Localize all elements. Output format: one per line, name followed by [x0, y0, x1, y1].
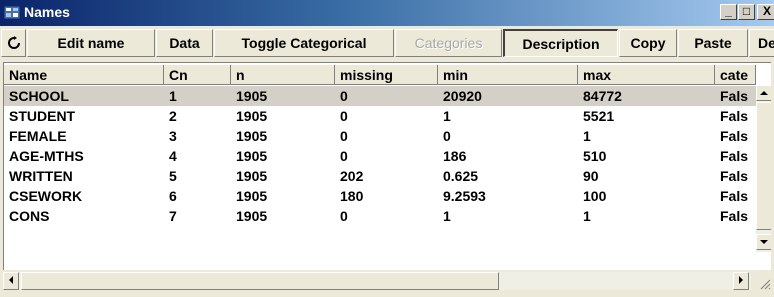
table-cell[interactable]: 0.625	[438, 166, 578, 186]
table-cell[interactable]: CONS	[4, 206, 164, 226]
table-cell[interactable]: 3	[164, 126, 231, 146]
table-cell[interactable]: 180	[335, 186, 438, 206]
grid-header: Name Cn n missing min max cate	[4, 65, 764, 85]
table-cell[interactable]: 7	[164, 206, 231, 226]
close-button[interactable]: X	[757, 4, 774, 20]
window-title: Names	[24, 4, 70, 20]
scroll-left-arrow[interactable]	[3, 272, 19, 290]
table-row[interactable]: FEMALE 3 1905 0 0 1 Fals	[4, 126, 756, 146]
table-cell[interactable]: 9.2593	[438, 186, 578, 206]
refresh-icon	[7, 36, 20, 49]
edit-name-button[interactable]: Edit name	[27, 29, 155, 57]
triangle-right-icon	[739, 276, 743, 284]
table-cell[interactable]: 0	[335, 106, 438, 126]
title-bar[interactable]: Names _ □ X	[0, 0, 774, 26]
table-cell[interactable]: 0	[335, 126, 438, 146]
table-cell[interactable]: 1	[578, 206, 715, 226]
horizontal-scrollbar[interactable]	[3, 272, 751, 290]
table-cell[interactable]: Fals	[715, 146, 756, 166]
app-icon	[4, 5, 20, 20]
table-cell[interactable]: Fals	[715, 126, 756, 146]
triangle-left-icon	[9, 276, 13, 284]
table-cell[interactable]: 1	[578, 126, 715, 146]
table-cell[interactable]: WRITTEN	[4, 166, 164, 186]
table-cell[interactable]: 510	[578, 146, 715, 166]
table-cell[interactable]: 90	[578, 166, 715, 186]
table-cell[interactable]: 1905	[231, 106, 335, 126]
table-cell[interactable]: Fals	[715, 186, 756, 206]
table-cell[interactable]: 84772	[578, 86, 715, 106]
table-cell[interactable]: 1	[164, 86, 231, 106]
vertical-scrollbar[interactable]	[756, 85, 771, 252]
copy-button[interactable]: Copy	[619, 29, 677, 57]
column-header-missing[interactable]: missing	[335, 65, 438, 85]
table-cell[interactable]: 100	[578, 186, 715, 206]
data-button[interactable]: Data	[156, 29, 213, 57]
table-row[interactable]: CONS 7 1905 0 1 1 Fals	[4, 206, 756, 226]
column-header-min[interactable]: min	[438, 65, 578, 85]
vertical-scroll-thumb[interactable]	[756, 102, 771, 230]
table-cell[interactable]: 1905	[231, 126, 335, 146]
table-cell[interactable]: 5521	[578, 106, 715, 126]
column-header-max[interactable]: max	[578, 65, 715, 85]
table-row[interactable]: AGE-MTHS 4 1905 0 186 510 Fals	[4, 146, 756, 166]
triangle-down-icon	[760, 240, 768, 244]
resize-grip[interactable]	[753, 272, 771, 292]
table-cell[interactable]: STUDENT	[4, 106, 164, 126]
description-button[interactable]: Description	[503, 29, 618, 57]
table-cell[interactable]: 1905	[231, 146, 335, 166]
horizontal-scroll-thumb[interactable]	[21, 272, 499, 290]
resize-grip-icon	[760, 279, 771, 290]
table-row[interactable]: STUDENT 2 1905 0 1 5521 Fals	[4, 106, 756, 126]
table-cell[interactable]: 1905	[231, 166, 335, 186]
table-cell[interactable]: 0	[335, 146, 438, 166]
table-cell[interactable]: Fals	[715, 86, 756, 106]
table-cell[interactable]: FEMALE	[4, 126, 164, 146]
table-row[interactable]: SCHOOL 1 1905 0 20920 84772 Fals	[4, 86, 756, 106]
paste-button[interactable]: Paste	[678, 29, 748, 57]
table-cell[interactable]: 1905	[231, 206, 335, 226]
categories-button[interactable]: Categories	[395, 29, 502, 57]
overflow-button[interactable]: De	[749, 29, 774, 57]
table-cell[interactable]: 5	[164, 166, 231, 186]
maximize-button[interactable]: □	[738, 4, 755, 20]
table-cell[interactable]: 4	[164, 146, 231, 166]
names-grid[interactable]: Name Cn n missing min max cate SCHOOL 1 19…	[3, 62, 771, 270]
table-cell[interactable]: CSEWORK	[4, 186, 164, 206]
table-cell[interactable]: 0	[335, 86, 438, 106]
table-cell[interactable]: 20920	[438, 86, 578, 106]
table-cell[interactable]: 1905	[231, 186, 335, 206]
table-row[interactable]: CSEWORK 6 1905 180 9.2593 100 Fals	[4, 186, 756, 206]
table-cell[interactable]: SCHOOL	[4, 86, 164, 106]
column-header-categorical[interactable]: cate	[715, 65, 756, 85]
table-cell[interactable]: AGE-MTHS	[4, 146, 164, 166]
triangle-up-icon	[760, 91, 768, 95]
scroll-right-arrow[interactable]	[733, 272, 749, 290]
table-cell[interactable]: 1	[438, 106, 578, 126]
names-window: Names _ □ X Edit name Data Toggle Catego…	[0, 0, 774, 297]
table-cell[interactable]: 1905	[231, 86, 335, 106]
table-cell[interactable]: Fals	[715, 206, 756, 226]
toolbar: Edit name Data Toggle Categorical Catego…	[0, 28, 774, 58]
table-cell[interactable]: 0	[438, 126, 578, 146]
table-cell[interactable]: 202	[335, 166, 438, 186]
column-header-cn[interactable]: Cn	[164, 65, 231, 85]
table-cell[interactable]: 186	[438, 146, 578, 166]
table-row[interactable]: WRITTEN 5 1905 202 0.625 90 Fals	[4, 166, 756, 186]
table-cell[interactable]: 1	[438, 206, 578, 226]
table-cell[interactable]: 6	[164, 186, 231, 206]
scroll-up-arrow[interactable]	[756, 85, 771, 101]
table-cell[interactable]: 2	[164, 106, 231, 126]
scroll-down-arrow[interactable]	[756, 234, 771, 250]
column-header-n[interactable]: n	[231, 65, 335, 85]
table-cell[interactable]: Fals	[715, 166, 756, 186]
table-cell[interactable]: Fals	[715, 106, 756, 126]
toggle-categorical-button[interactable]: Toggle Categorical	[214, 29, 394, 57]
minimize-button[interactable]: _	[720, 4, 737, 20]
refresh-button[interactable]	[1, 29, 26, 57]
table-cell[interactable]: 0	[335, 206, 438, 226]
column-header-name[interactable]: Name	[4, 65, 164, 85]
